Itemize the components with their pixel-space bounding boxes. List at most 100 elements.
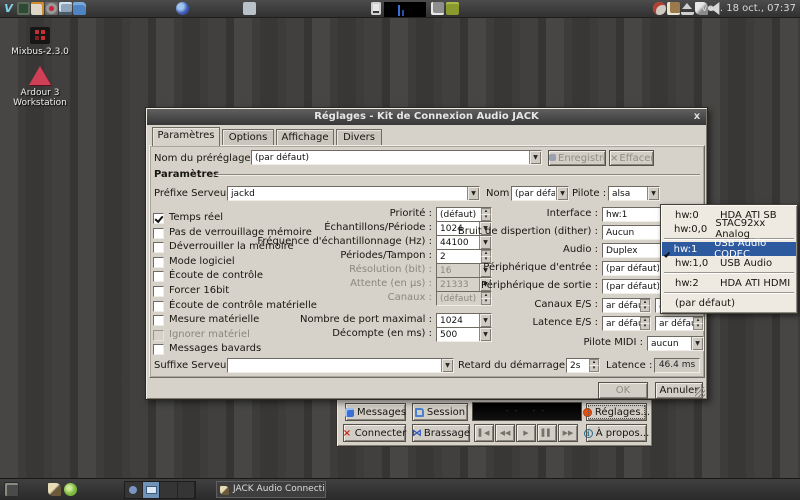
in-latency-spinbox[interactable]: ar défaut)▴▾ (602, 316, 651, 331)
chevron-down-icon[interactable]: ▼ (647, 187, 659, 200)
checkbox-ecoute-controle[interactable] (153, 271, 164, 282)
panel-clock[interactable]: ven. 18 oct., 07:37 (701, 3, 796, 14)
window-list-icon[interactable] (243, 2, 256, 15)
screenshot-icon[interactable] (653, 2, 666, 15)
spin-arrows-icon[interactable]: ▴▾ (693, 317, 703, 330)
clipboard-icon[interactable] (667, 2, 680, 15)
interface-combobox[interactable]: hw:1 (602, 207, 662, 222)
checkbox-mesure-materielle[interactable] (153, 315, 164, 326)
tab-divers[interactable]: Divers (336, 129, 382, 146)
chevron-down-icon[interactable]: ▼ (529, 151, 541, 164)
jack-settings-dialog: Réglages - Kit de Connexion Audio JACK x… (145, 107, 708, 400)
cd-burner-icon[interactable] (45, 2, 58, 15)
task-button-jack[interactable]: JACK Audio Connectio... (216, 481, 326, 498)
workspace-2-active[interactable] (143, 482, 161, 498)
connect-button[interactable]: × Connecter (343, 424, 406, 442)
in-channels-spinbox[interactable]: ar défaut)▴▾ (602, 298, 651, 313)
workspace-3[interactable] (160, 482, 178, 498)
bottom-taskbar: JACK Audio Connectio... (0, 478, 800, 500)
menu-separator (664, 272, 794, 274)
chevron-down-icon[interactable]: ▼ (691, 337, 703, 350)
browser-icon[interactable] (176, 2, 189, 15)
driver-combobox[interactable]: alsa▼ (608, 186, 660, 201)
checkbox-ignorer-materiel[interactable] (153, 330, 164, 341)
assistant-icon[interactable] (64, 483, 77, 496)
midi-driver-combobox[interactable]: aucun▼ (647, 336, 704, 351)
paint-icon[interactable] (48, 483, 61, 496)
transport-forward-button[interactable]: ▶▶ (558, 424, 578, 442)
chevron-down-icon[interactable]: ▼ (556, 187, 568, 200)
checkbox-mode-logiciel[interactable] (153, 257, 164, 268)
eject-icon[interactable] (681, 2, 694, 15)
server-name-combobox[interactable]: (par défaut)▼ (511, 186, 569, 201)
dither-combobox[interactable]: Aucun (602, 225, 662, 240)
messages-button[interactable]: Messages (345, 403, 406, 421)
workspace-4[interactable] (178, 482, 196, 498)
indevice-combobox[interactable]: (par défaut) (602, 261, 662, 276)
outdevice-combobox[interactable]: (par défaut) (602, 279, 662, 294)
trash-icon[interactable] (446, 2, 459, 15)
workspace-1[interactable] (125, 482, 143, 498)
preset-label: Nom du préréglage : (154, 152, 257, 166)
battery-icon[interactable] (371, 2, 381, 15)
tab-affichage[interactable]: Affichage (276, 129, 334, 146)
out-latency-spinbox[interactable]: ar défaut)▴▾ (655, 316, 704, 331)
iochannels-label: Canaux E/S : (446, 298, 598, 312)
samplerate-label: Fréquence d'échantillonnage (Hz) : (206, 235, 432, 249)
ok-button[interactable]: OK (598, 382, 648, 399)
delete-preset-button[interactable]: ×Effacer (609, 150, 654, 166)
spin-arrows-icon[interactable]: ▴▾ (640, 299, 650, 312)
menu-item-hw00[interactable]: hw:0,0 STAC92xx Analog (662, 222, 796, 236)
desktop-icon-label: Ardour 3 Workstation (12, 88, 68, 108)
save-icon (549, 154, 556, 161)
about-info-icon: i (584, 429, 593, 438)
checkbox-ecoute-materielle[interactable] (153, 301, 164, 312)
chevron-down-icon[interactable]: ▼ (467, 187, 479, 200)
app-menu-icon[interactable]: V (2, 2, 15, 15)
text-editor-icon[interactable] (31, 2, 44, 15)
menu-item-hw1-selected[interactable]: hw:1 USB Audio CODEC (662, 242, 796, 256)
transport-play-button[interactable]: ▶ (516, 424, 536, 442)
computer-icon[interactable] (59, 2, 72, 15)
audio-label: Audio : (446, 243, 598, 257)
transport-pause-button[interactable]: ▌▌ (537, 424, 557, 442)
checkbox-label: Messages bavards (169, 342, 261, 356)
patchbay-button[interactable]: ⋈ Brassage (412, 424, 470, 442)
file-manager-icon[interactable] (73, 2, 86, 15)
terminal-icon[interactable] (17, 2, 30, 15)
audio-combobox[interactable]: Duplex (602, 243, 662, 258)
desktop-icon-ardour[interactable]: Ardour 3 Workstation (3, 66, 77, 108)
spin-arrows-icon[interactable]: ▴▾ (640, 317, 650, 330)
server-prefix-combobox[interactable]: jackd▼ (227, 186, 480, 201)
server-suffix-combobox[interactable]: ▼ (227, 358, 454, 373)
menu-item-default[interactable]: (par défaut) (662, 296, 796, 310)
spin-arrows-icon[interactable]: ▴▾ (589, 359, 599, 372)
resize-grip[interactable] (695, 387, 705, 397)
desktop: V ven. 18 oct., 07:37 Mixbus-2.3.0 Ardou… (0, 0, 800, 500)
session-button[interactable]: Session (412, 403, 468, 421)
tab-options[interactable]: Options (222, 129, 274, 146)
dialog-titlebar[interactable]: Réglages - Kit de Connexion Audio JACK x (147, 109, 706, 125)
checkbox-temps-reel[interactable] (153, 213, 164, 224)
transport-skip-back-button[interactable]: ▌◀ (474, 424, 494, 442)
cpu-monitor-graph[interactable] (384, 2, 426, 17)
save-preset-button[interactable]: Enregistrer (548, 150, 606, 166)
checkbox-deverrouiller[interactable] (153, 242, 164, 253)
workspace-pager[interactable] (124, 481, 196, 499)
checkbox-pas-verrouillage[interactable] (153, 228, 164, 239)
top-panel: V ven. 18 oct., 07:37 (0, 0, 800, 18)
broken-image-icon[interactable] (431, 2, 444, 15)
preset-combobox[interactable]: (par défaut)▼ (251, 150, 542, 165)
start-delay-spinbox[interactable]: 2s▴▾ (566, 358, 600, 373)
checkbox-forcer-16bit[interactable] (153, 286, 164, 297)
about-button[interactable]: i À propos... (586, 424, 647, 442)
show-desktop-button[interactable] (4, 482, 19, 497)
chevron-down-icon[interactable]: ▼ (441, 359, 453, 372)
transport-rewind-button[interactable]: ◀◀ (495, 424, 515, 442)
tab-parametres[interactable]: Paramètres (152, 127, 220, 146)
checkbox-messages-bavards[interactable] (153, 344, 164, 355)
menu-item-hw2[interactable]: hw:2 HDA ATI HDMI (662, 276, 796, 290)
close-icon[interactable]: x (691, 111, 703, 123)
settings-button[interactable]: Réglages... (586, 403, 647, 421)
desktop-icon-mixbus[interactable]: Mixbus-2.3.0 (3, 27, 77, 57)
